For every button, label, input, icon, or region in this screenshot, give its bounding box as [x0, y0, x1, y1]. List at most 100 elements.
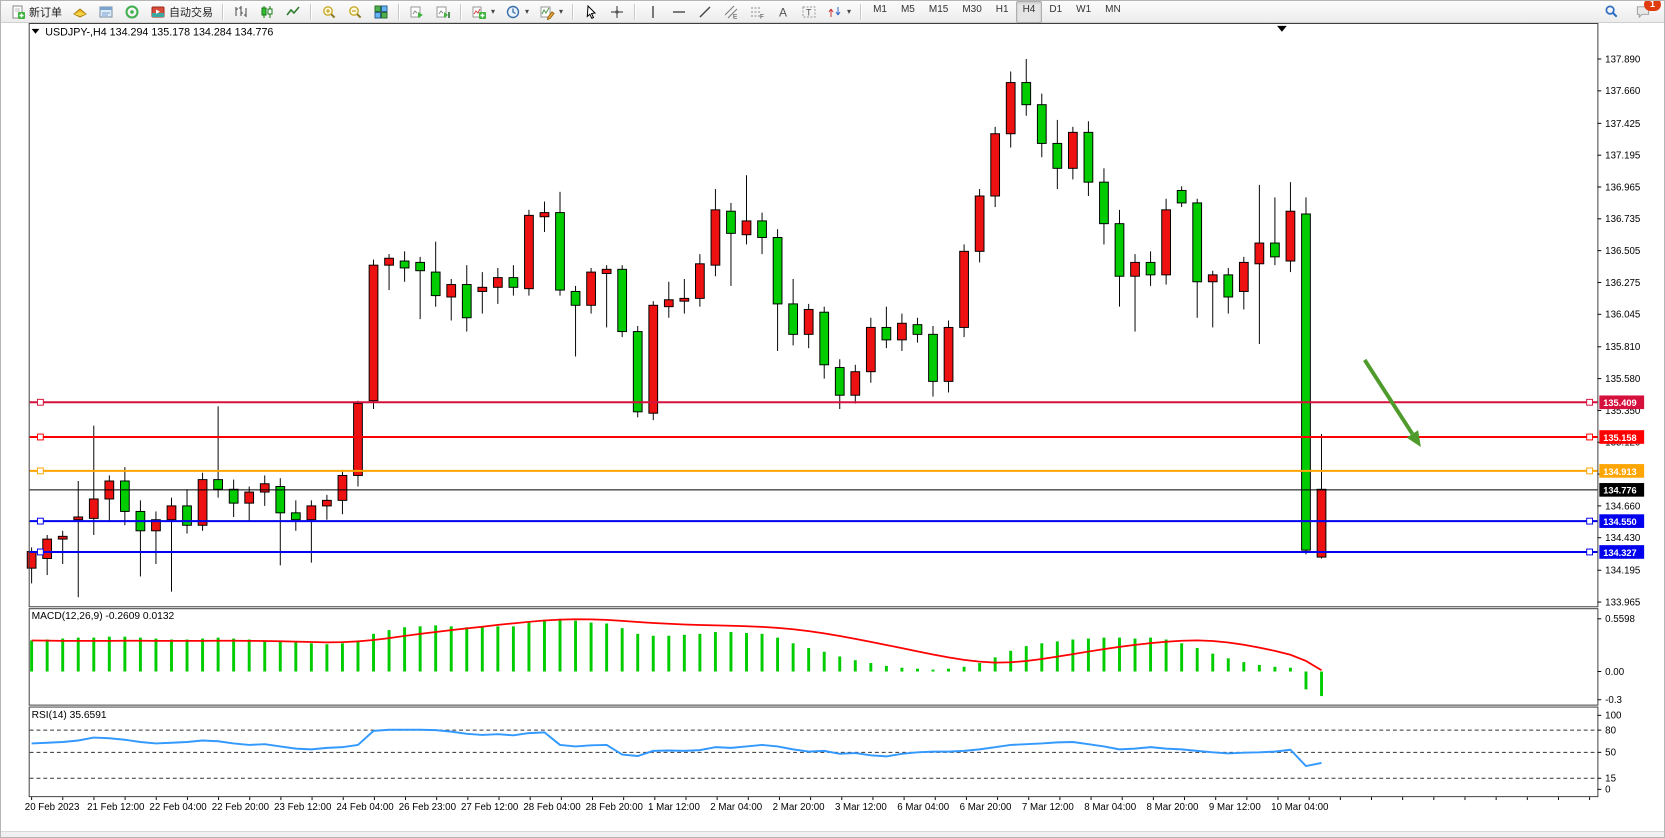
macd-histogram-bar	[1305, 672, 1308, 690]
candles-chart-button[interactable]	[254, 1, 280, 23]
price-axis-label: 137.660	[1605, 86, 1641, 97]
timeframe-button-w1[interactable]: W1	[1069, 1, 1098, 23]
equidistant-channel-button[interactable]: E	[718, 1, 744, 23]
indicators-button[interactable]: ▾	[466, 1, 500, 23]
hline-handle-left[interactable]	[37, 399, 43, 405]
new-order-button[interactable]: 新订单	[5, 1, 67, 23]
autotrading-label: 自动交易	[169, 4, 213, 20]
hline-handle-right[interactable]	[1587, 434, 1593, 440]
hline-handle-right[interactable]	[1587, 399, 1593, 405]
text-button[interactable]: A	[770, 1, 796, 23]
macd-histogram-bar	[465, 627, 468, 671]
macd-histogram-bar	[310, 643, 313, 671]
macd-histogram-bar	[730, 632, 733, 672]
templates-button[interactable]: ▾	[534, 1, 568, 23]
signals-button[interactable]	[119, 1, 145, 23]
timeframe-button-m1[interactable]: M1	[866, 1, 894, 23]
zoom-out-icon	[347, 4, 363, 20]
macd-histogram-bar	[698, 634, 701, 672]
chart-canvas[interactable]: 137.890137.660137.425137.195136.965136.7…	[1, 23, 1665, 838]
trendline-button[interactable]	[692, 1, 718, 23]
candle-body	[727, 211, 736, 233]
price-axis-label: 134.660	[1605, 501, 1641, 512]
price-tag-label: 135.409	[1603, 398, 1636, 408]
candle-body	[1053, 143, 1062, 168]
macd-histogram-bar	[481, 627, 484, 671]
profiles-button[interactable]	[67, 1, 93, 23]
rsi-label: RSI(14) 35.6591	[32, 710, 107, 721]
timeframe-button-h1[interactable]: H1	[989, 1, 1016, 23]
macd-axis-label: 0.00	[1605, 667, 1625, 678]
candle-body	[742, 221, 751, 235]
text-label-button[interactable]: T	[796, 1, 822, 23]
crosshair-button[interactable]	[604, 1, 630, 23]
bars-chart-button[interactable]	[228, 1, 254, 23]
timeframe-button-d1[interactable]: D1	[1042, 1, 1069, 23]
time-axis-label: 6 Mar 04:00	[897, 802, 949, 813]
indicators-icon	[471, 4, 487, 20]
timeframe-button-mn[interactable]: MN	[1098, 1, 1128, 23]
macd-histogram-bar	[963, 667, 966, 672]
candle-body	[1100, 182, 1109, 224]
tile-windows-button[interactable]	[368, 1, 394, 23]
time-axis-label: 28 Feb 20:00	[586, 802, 644, 813]
candle-body	[944, 327, 953, 381]
hline-handle-left[interactable]	[37, 468, 43, 474]
macd-axis-label: -0.3	[1605, 695, 1622, 706]
arrows-button[interactable]: ▾	[822, 1, 856, 23]
hline-handle-right[interactable]	[1587, 549, 1593, 555]
candle-body	[43, 539, 52, 558]
timeframe-button-m5[interactable]: M5	[894, 1, 922, 23]
autoscroll-button[interactable]	[404, 1, 430, 23]
hline-handle-right[interactable]	[1587, 518, 1593, 524]
hline-handle-left[interactable]	[37, 518, 43, 524]
macd-histogram-bar	[123, 637, 126, 672]
search-button[interactable]	[1599, 1, 1624, 23]
candle-body	[354, 404, 363, 476]
market-watch-button[interactable]	[93, 1, 119, 23]
timeframe-button-h4[interactable]: H4	[1016, 1, 1043, 23]
chevron-down-icon: ▾	[559, 7, 563, 16]
shift-button[interactable]	[430, 1, 456, 23]
hline-handle-left[interactable]	[37, 434, 43, 440]
candle-body	[820, 312, 829, 365]
candle-body	[509, 278, 518, 288]
tile-windows-icon	[373, 4, 389, 20]
macd-histogram-bar	[1134, 639, 1137, 672]
line-chart-button[interactable]	[280, 1, 306, 23]
timeframe-button-m15[interactable]: M15	[922, 1, 955, 23]
fibonacci-button[interactable]: F	[744, 1, 770, 23]
profiles-icon	[72, 4, 88, 20]
chart-background	[30, 24, 1644, 797]
macd-histogram-bar	[403, 627, 406, 671]
candle-body	[602, 269, 611, 273]
vertical-line-button[interactable]	[640, 1, 666, 23]
timeframe-button-m30[interactable]: M30	[955, 1, 988, 23]
zoom-in-button[interactable]	[316, 1, 342, 23]
market-watch-icon	[98, 4, 114, 20]
macd-histogram-bar	[1320, 672, 1323, 697]
macd-histogram-bar	[341, 643, 344, 671]
hline-handle-left[interactable]	[37, 549, 43, 555]
timeframe-toolbar: M1M5M15M30H1H4D1W1MN	[866, 1, 1128, 23]
zoom-out-button[interactable]	[342, 1, 368, 23]
candle-body	[618, 269, 627, 331]
candle-body	[696, 264, 705, 299]
hline-handle-right[interactable]	[1587, 468, 1593, 474]
time-axis-label: 22 Feb 04:00	[149, 802, 207, 813]
candle-body	[898, 323, 907, 340]
macd-histogram-bar	[1025, 646, 1028, 671]
macd-histogram-bar	[108, 637, 111, 672]
macd-histogram-bar	[776, 638, 779, 672]
cursor-button[interactable]	[578, 1, 604, 23]
candle-body	[556, 213, 565, 290]
notifications-button[interactable]: 1	[1630, 1, 1656, 23]
equidistant-channel-icon: E	[723, 4, 739, 20]
macd-histogram-bar	[1289, 668, 1292, 672]
chevron-down-icon: ▾	[525, 7, 529, 16]
horizontal-line-button[interactable]	[666, 1, 692, 23]
candle-body	[571, 291, 580, 305]
periods-button[interactable]: ▾	[500, 1, 534, 23]
autotrading-button[interactable]: 自动交易	[145, 1, 218, 23]
candle-body	[1131, 262, 1140, 276]
